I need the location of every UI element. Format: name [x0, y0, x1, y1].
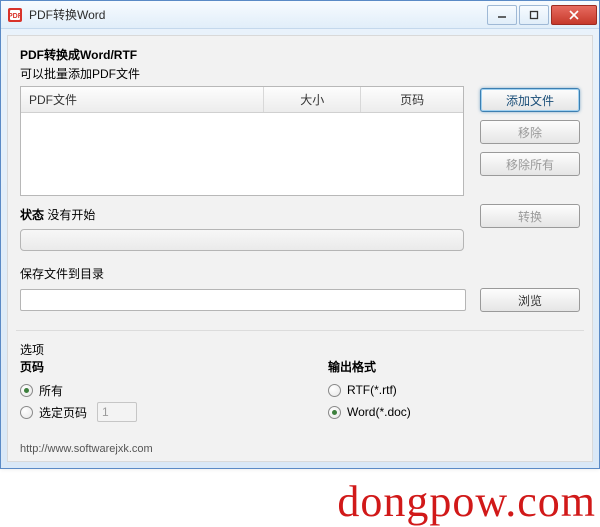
radio-pages-selected[interactable]: 选定页码 1 [20, 401, 328, 423]
status-value: 没有开始 [47, 208, 95, 222]
radio-pages-all[interactable]: 所有 [20, 379, 328, 401]
save-dir-label: 保存文件到目录 [20, 265, 580, 282]
table-header: PDF文件 大小 页码 [21, 87, 463, 113]
status-label: 状态 [20, 208, 44, 222]
file-table[interactable]: PDF文件 大小 页码 [20, 86, 464, 196]
watermark: dongpow.com [337, 476, 596, 527]
status-line: 状态 没有开始 [20, 206, 464, 223]
radio-output-rtf[interactable]: RTF(*.rtf) [328, 379, 580, 401]
col-size[interactable]: 大小 [264, 87, 361, 112]
remove-button[interactable]: 移除 [480, 120, 580, 144]
window-title: PDF转换Word [29, 6, 105, 23]
titlebar: PDF PDF转换Word [1, 1, 599, 29]
radio-output-word[interactable]: Word(*.doc) [328, 401, 580, 423]
radio-label: RTF(*.rtf) [347, 383, 397, 397]
divider [16, 330, 584, 331]
page-number-input[interactable]: 1 [97, 402, 137, 422]
options-label: 选项 [20, 341, 580, 358]
app-icon: PDF [7, 7, 23, 23]
output-format-label: 输出格式 [328, 358, 580, 375]
radio-label: 所有 [39, 382, 63, 399]
pages-label: 页码 [20, 358, 328, 375]
convert-button[interactable]: 转换 [480, 204, 580, 228]
footer-url: http://www.softwarejxk.com [20, 439, 580, 455]
radio-icon [328, 384, 341, 397]
minimize-button[interactable] [487, 5, 517, 25]
table-body[interactable] [21, 113, 463, 196]
close-button[interactable] [551, 5, 597, 25]
save-dir-input[interactable] [20, 289, 466, 311]
col-pages[interactable]: 页码 [361, 87, 463, 112]
browse-button[interactable]: 浏览 [480, 288, 580, 312]
radio-icon [328, 406, 341, 419]
remove-all-button[interactable]: 移除所有 [480, 152, 580, 176]
radio-label: 选定页码 [39, 404, 87, 421]
radio-label: Word(*.doc) [347, 405, 411, 419]
add-file-button[interactable]: 添加文件 [480, 88, 580, 112]
radio-icon [20, 384, 33, 397]
radio-icon [20, 406, 33, 419]
progress-bar [20, 229, 464, 251]
svg-text:PDF: PDF [8, 13, 23, 20]
maximize-button[interactable] [519, 5, 549, 25]
section-heading: PDF转换成Word/RTF [20, 46, 580, 63]
section-subheading: 可以批量添加PDF文件 [20, 65, 580, 82]
col-file[interactable]: PDF文件 [21, 87, 264, 112]
